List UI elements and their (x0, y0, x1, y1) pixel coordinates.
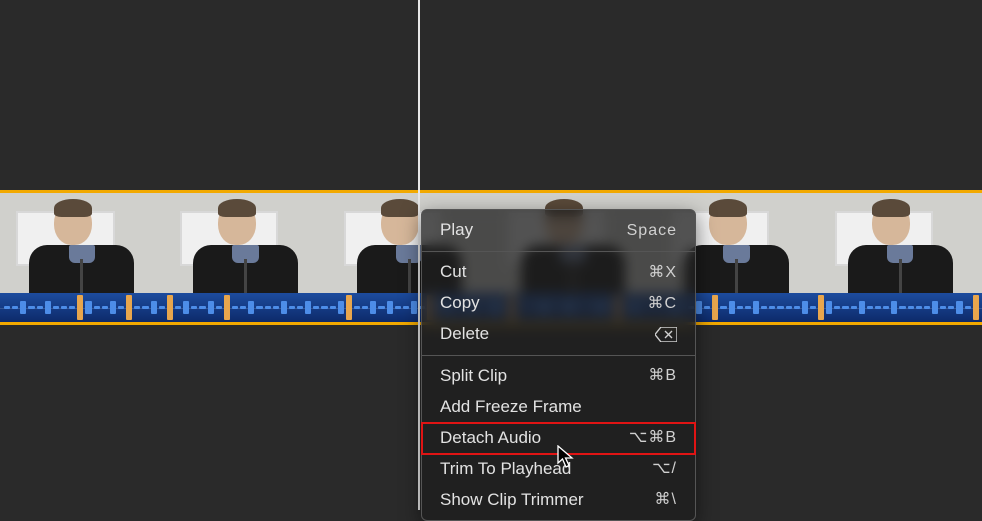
menu-item-delete[interactable]: Delete (422, 319, 695, 350)
menu-separator (422, 355, 695, 356)
menu-item-label: Trim To Playhead (440, 458, 571, 481)
menu-separator (422, 251, 695, 252)
menu-item-shortcut: ⌘X (648, 262, 677, 284)
delete-left-icon (655, 327, 677, 342)
menu-item-trim-to-playhead[interactable]: Trim To Playhead ⌥/ (422, 454, 695, 485)
menu-item-shortcut: Space (627, 220, 677, 242)
menu-item-shortcut: ⌥⌘B (629, 427, 677, 449)
menu-item-copy[interactable]: Copy ⌘C (422, 288, 695, 319)
clip-thumbnail (818, 193, 982, 293)
menu-item-label: Show Clip Trimmer (440, 489, 584, 512)
playhead[interactable] (418, 0, 420, 510)
menu-item-detach-audio[interactable]: Detach Audio ⌥⌘B (422, 423, 695, 454)
context-menu: Play Space Cut ⌘X Copy ⌘C Delete Split C… (421, 209, 696, 521)
clip-thumbnail (164, 193, 328, 293)
menu-item-label: Split Clip (440, 365, 507, 388)
menu-item-play[interactable]: Play Space (422, 215, 695, 246)
menu-item-label: Detach Audio (440, 427, 541, 450)
menu-item-label: Cut (440, 261, 466, 284)
menu-item-add-freeze-frame[interactable]: Add Freeze Frame (422, 392, 695, 423)
menu-item-show-clip-trimmer[interactable]: Show Clip Trimmer ⌘\ (422, 485, 695, 516)
menu-item-shortcut: ⌘C (647, 293, 677, 315)
menu-item-label: Copy (440, 292, 480, 315)
menu-item-label: Add Freeze Frame (440, 396, 582, 419)
menu-item-split-clip[interactable]: Split Clip ⌘B (422, 361, 695, 392)
menu-item-label: Play (440, 219, 473, 242)
menu-item-shortcut: ⌘\ (655, 489, 677, 511)
menu-item-shortcut: ⌥/ (652, 458, 677, 480)
clip-thumbnail (0, 193, 164, 293)
menu-item-cut[interactable]: Cut ⌘X (422, 257, 695, 288)
menu-item-shortcut: ⌘B (648, 365, 677, 387)
menu-item-label: Delete (440, 323, 489, 346)
